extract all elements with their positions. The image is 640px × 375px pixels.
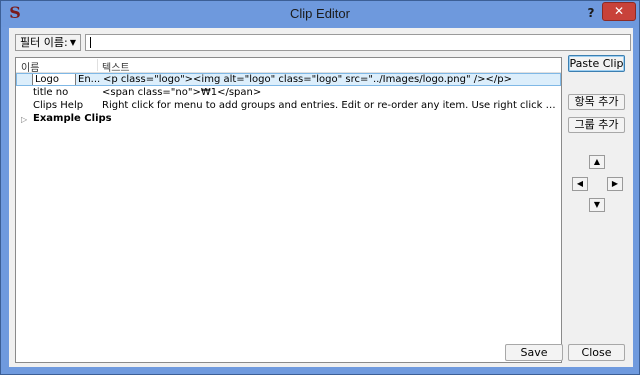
arrow-down-icon: ▼ [593,200,601,209]
clip-editor-window: S Clip Editor ? ✕ 필터 이름: ▼ 이름 텍스트 Logo E… [0,0,640,375]
clip-list[interactable]: 이름 텍스트 Logo En... <p class="logo"><img a… [15,57,562,363]
group-item[interactable]: ▷ Example Clips [16,113,561,126]
expand-triangle-icon[interactable]: ▷ [21,114,27,126]
clip-text: <p class="logo"><img alt="logo" class="l… [103,74,512,85]
move-down-button[interactable]: ▼ [589,198,605,212]
help-button[interactable]: ? [583,5,599,21]
name-suffix: En... [78,74,101,85]
text-cursor [90,37,91,48]
clip-text: Right click for menu to add groups and e… [102,100,557,111]
window-title: Clip Editor [290,6,350,21]
dialog-body: 필터 이름: ▼ 이름 텍스트 Logo En... <p class="log… [9,28,633,367]
list-header: 이름 텍스트 [16,58,561,74]
arrow-right-icon: ▶ [611,179,619,188]
filter-input[interactable] [85,34,631,51]
clip-text: <span class="no">₩1</span> [102,87,262,98]
add-entry-button[interactable]: 항목 추가 [568,94,625,110]
move-right-button[interactable]: ▶ [607,177,623,191]
clip-name: Clips Help [33,100,84,111]
paste-clip-button[interactable]: Paste Clip [568,55,625,72]
filter-dropdown-label: 필터 이름: [20,36,68,49]
save-button[interactable]: Save [505,344,563,361]
close-button[interactable]: Close [568,344,625,361]
list-item[interactable]: title no <span class="no">₩1</span> [16,87,561,100]
group-name: Example Clips [33,113,112,124]
chevron-down-icon: ▼ [69,38,76,47]
window-close-button[interactable]: ✕ [602,2,636,21]
move-left-button[interactable]: ◀ [572,177,588,191]
filter-dropdown[interactable]: 필터 이름: ▼ [15,34,81,51]
clip-name: title no [33,87,69,98]
column-header-text[interactable]: 텍스트 [102,59,130,74]
column-header-name[interactable]: 이름 [21,59,39,74]
name-edit-field[interactable]: Logo [32,74,76,85]
add-group-button[interactable]: 그룹 추가 [568,117,625,133]
arrow-up-icon: ▲ [593,157,601,166]
move-up-button[interactable]: ▲ [589,155,605,169]
list-item[interactable]: Clips Help Right click for menu to add g… [16,100,561,113]
title-bar: S Clip Editor ? ✕ [1,1,639,27]
column-divider[interactable] [97,59,98,71]
list-item[interactable]: Logo En... <p class="logo"><img alt="log… [16,73,561,86]
arrow-left-icon: ◀ [576,179,584,188]
